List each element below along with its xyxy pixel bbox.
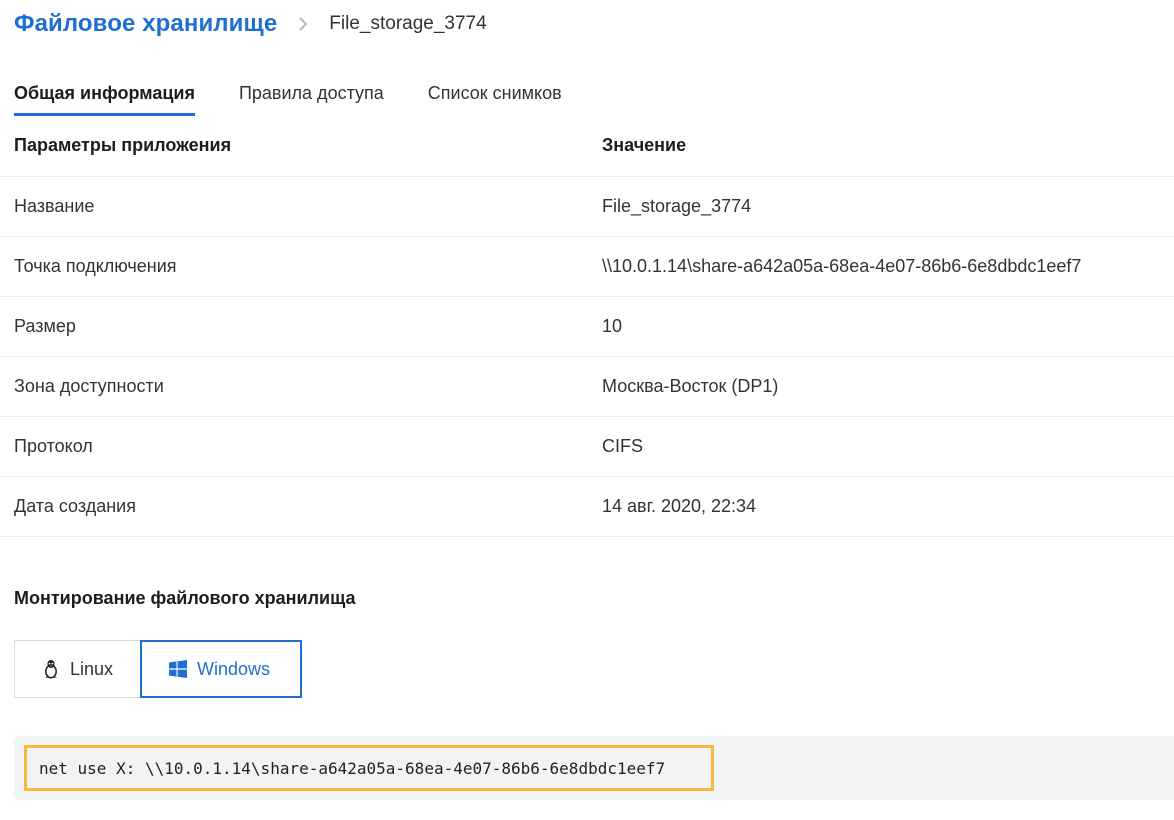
- column-header-value: Значение: [602, 116, 1174, 177]
- file-storage-details-page: Файловое хранилище File_storage_3774 Общ…: [0, 0, 1174, 820]
- mount-command-box: net use X: \\10.0.1.14\share-a642a05a-68…: [14, 736, 1174, 800]
- breadcrumb-root-link[interactable]: Файловое хранилище: [14, 10, 277, 38]
- linux-penguin-icon: [41, 659, 61, 679]
- row-label-name: Название: [0, 176, 602, 237]
- row-value-availability-zone: Москва-Восток (DP1): [602, 356, 1174, 417]
- breadcrumb: Файловое хранилище File_storage_3774: [14, 8, 487, 40]
- row-value-mount-point: \\10.0.1.14\share-a642a05a-68ea-4e07-86b…: [602, 236, 1174, 297]
- info-table: Параметры приложения Значение Название F…: [0, 116, 1174, 537]
- column-header-parameter: Параметры приложения: [0, 116, 602, 177]
- tab-access-rules[interactable]: Правила доступа: [239, 78, 384, 116]
- row-value-size: 10: [602, 296, 1174, 357]
- mount-command-text[interactable]: net use X: \\10.0.1.14\share-a642a05a-68…: [24, 745, 714, 791]
- table-row: Протокол CIFS: [0, 416, 1174, 477]
- mount-section-title: Монтирование файлового хранилища: [14, 588, 356, 608]
- linux-option-label: Linux: [70, 658, 114, 679]
- table-row: Название File_storage_3774: [0, 176, 1174, 237]
- table-header-row: Параметры приложения Значение: [0, 116, 1174, 177]
- chevron-right-icon: [293, 14, 313, 34]
- row-value-protocol: CIFS: [602, 416, 1174, 477]
- row-value-created-date: 14 авг. 2020, 22:34: [602, 476, 1174, 537]
- row-label-mount-point: Точка подключения: [0, 236, 602, 297]
- row-label-size: Размер: [0, 296, 602, 357]
- row-label-created-date: Дата создания: [0, 476, 602, 537]
- windows-logo-icon: [168, 659, 188, 679]
- row-value-name: File_storage_3774: [602, 176, 1174, 237]
- table-row: Размер 10: [0, 296, 1174, 357]
- windows-option-label: Windows: [197, 658, 271, 679]
- table-row: Зона доступности Москва-Восток (DP1): [0, 356, 1174, 417]
- tab-general-info[interactable]: Общая информация: [14, 78, 195, 116]
- row-label-protocol: Протокол: [0, 416, 602, 477]
- table-row: Точка подключения \\10.0.1.14\share-a642…: [0, 236, 1174, 297]
- table-row: Дата создания 14 авг. 2020, 22:34: [0, 476, 1174, 537]
- tab-snapshots[interactable]: Список снимков: [428, 78, 562, 116]
- linux-option-button[interactable]: Linux: [14, 640, 140, 698]
- breadcrumb-current: File_storage_3774: [329, 13, 487, 34]
- os-switch: Linux Windows: [14, 640, 302, 698]
- tab-bar: Общая информация Правила доступа Список …: [14, 78, 606, 116]
- windows-option-button[interactable]: Windows: [140, 640, 302, 698]
- row-label-availability-zone: Зона доступности: [0, 356, 602, 417]
